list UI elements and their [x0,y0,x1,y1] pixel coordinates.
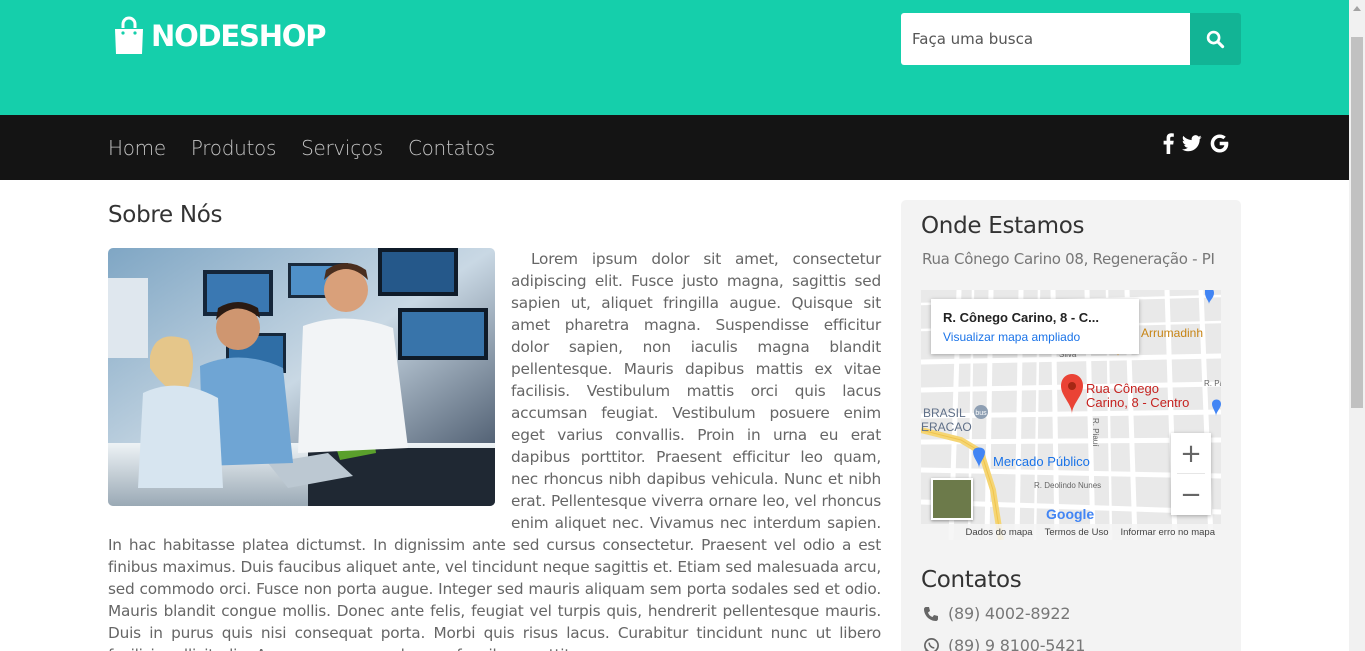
facebook-icon[interactable] [1163,131,1174,155]
whatsapp-icon [922,637,940,651]
shopping-bag-icon [115,16,143,54]
map-pin-label: Rua Cônego [1086,381,1159,396]
nav-item-produtos[interactable]: Produtos [191,136,277,160]
map-poi-arrumadinho: Arrumadinh [1141,326,1203,340]
nav-item-servicos[interactable]: Serviços [301,136,383,160]
map-poi-racao: ERACAO [921,420,972,434]
map-embed[interactable]: bus Rua Cônego Carino, 8 - Centro Mercad… [921,290,1221,540]
map-terms-link[interactable]: Termos de Uso [1045,527,1109,538]
phone-icon [922,605,940,623]
satellite-toggle[interactable] [931,478,973,520]
scroll-up-arrow-icon[interactable] [1349,0,1365,17]
nav-item-home[interactable]: Home [108,136,166,160]
logo-text: NODESHOP [151,19,326,53]
about-photo [108,248,495,506]
search-input[interactable] [901,13,1190,65]
main-nav: Home Produtos Serviços Contatos [0,115,1349,180]
map-street-deolindo: R. Deolindo Nunes [1034,481,1101,490]
logo[interactable]: NODESHOP [113,16,326,56]
page-title: Sobre Nós [108,202,223,228]
map-info-card: R. Cônego Carino, 8 - C... Visualizar ma… [931,299,1139,354]
header: NODESHOP [0,0,1349,115]
map-footer: Dados do mapa Termos de Uso Informar err… [921,524,1221,540]
map-street-pau: R. Pau [1204,379,1221,388]
map-street-piaui: R. Piauí [1091,418,1100,447]
search-icon [1206,30,1225,48]
map-poi-market: Mercado Público [993,454,1090,469]
social-links [1163,131,1237,155]
contact-whatsapp: (89) 9 8100-5421 [922,636,1085,651]
google-icon[interactable] [1210,131,1229,155]
page-scrollbar[interactable] [1349,0,1365,651]
map-data-link[interactable]: Dados do mapa [966,527,1033,538]
google-logo: Google [1046,506,1094,522]
search-button[interactable] [1190,13,1241,65]
map-zoom-controls: + − [1171,433,1211,515]
contact-phone: (89) 4002-8922 [922,604,1071,623]
svg-text:bus: bus [975,410,987,417]
map-card-title: R. Cônego Carino, 8 - C... [943,310,1100,325]
location-title: Onde Estamos [921,213,1085,239]
contacts-title: Contatos [921,567,1022,593]
address-text: Rua Cônego Carino 08, Regeneração - PI [922,250,1215,268]
phone-number: (89) 4002-8922 [948,604,1071,623]
whatsapp-number: (89) 9 8100-5421 [948,636,1086,651]
twitter-icon[interactable] [1182,131,1202,155]
search-bar [901,13,1241,65]
zoom-out-button[interactable]: − [1171,474,1211,515]
nav-item-contatos[interactable]: Contatos [408,136,495,160]
map-report-link[interactable]: Informar erro no mapa [1120,527,1215,538]
view-larger-map-link[interactable]: Visualizar mapa ampliado [943,330,1127,344]
map-poi-brasil: BRASIL [923,406,966,420]
map-pin-label-2: Carino, 8 - Centro [1086,395,1189,410]
nav-links: Home Produtos Serviços Contatos [108,115,520,180]
sidebar: Onde Estamos Rua Cônego Carino 08, Regen… [901,200,1241,651]
store-photo-illustration [108,248,495,506]
zoom-in-button[interactable]: + [1171,433,1211,474]
scrollbar-thumb[interactable] [1351,37,1363,408]
